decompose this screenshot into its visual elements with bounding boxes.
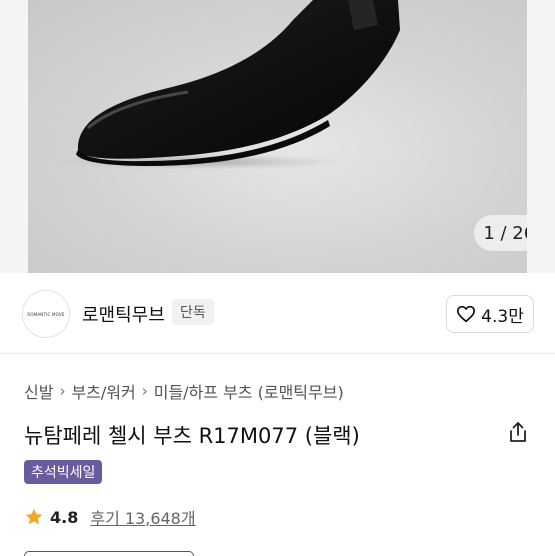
share-icon[interactable] xyxy=(506,420,530,444)
image-counter-text: 1 / 26 xyxy=(483,222,527,244)
like-button[interactable]: 4.3만 xyxy=(446,295,534,333)
heart-icon xyxy=(457,305,476,323)
product-photo[interactable]: 1 / 26 › xyxy=(28,0,527,273)
chelsea-boot-image xyxy=(48,0,400,170)
like-count: 4.3만 xyxy=(481,306,524,327)
reviews-link[interactable]: 후기 13,648개 xyxy=(90,505,195,529)
exclusive-badge: 단독 xyxy=(172,299,214,325)
star-icon xyxy=(25,508,43,525)
image-counter[interactable]: 1 / 26 › xyxy=(474,215,527,251)
chevron-right-icon: › xyxy=(59,382,66,400)
next-section-button-edge xyxy=(24,551,194,556)
breadcrumb-item-subcategory[interactable]: 부츠/워커 xyxy=(71,379,135,403)
brand-name[interactable]: 로맨틱무브 xyxy=(82,301,165,327)
rating-row: 4.8 후기 13,648개 xyxy=(24,505,196,529)
brand-row: ROMANTIC MOVE 로맨틱무브 단독 4.3만 xyxy=(0,273,555,354)
product-image-gallery[interactable]: 1 / 26 › xyxy=(0,0,555,273)
rating-value: 4.8 xyxy=(50,507,79,527)
breadcrumb: 신발 › 부츠/워커 › 미들/하프 부츠 (로맨틱무브) xyxy=(24,379,344,403)
chevron-right-icon: › xyxy=(141,382,148,400)
product-title: 뉴탐페레 첼시 부츠 R17M077 (블랙) xyxy=(24,424,360,448)
breadcrumb-item-category[interactable]: 신발 xyxy=(24,379,53,403)
breadcrumb-item-brand-category[interactable]: 미들/하프 부츠 (로맨틱무브) xyxy=(154,379,344,403)
brand-logo[interactable]: ROMANTIC MOVE xyxy=(22,290,70,338)
sale-tag: 추석빅세일 xyxy=(24,460,103,484)
brand-logo-text: ROMANTIC MOVE xyxy=(27,311,65,317)
